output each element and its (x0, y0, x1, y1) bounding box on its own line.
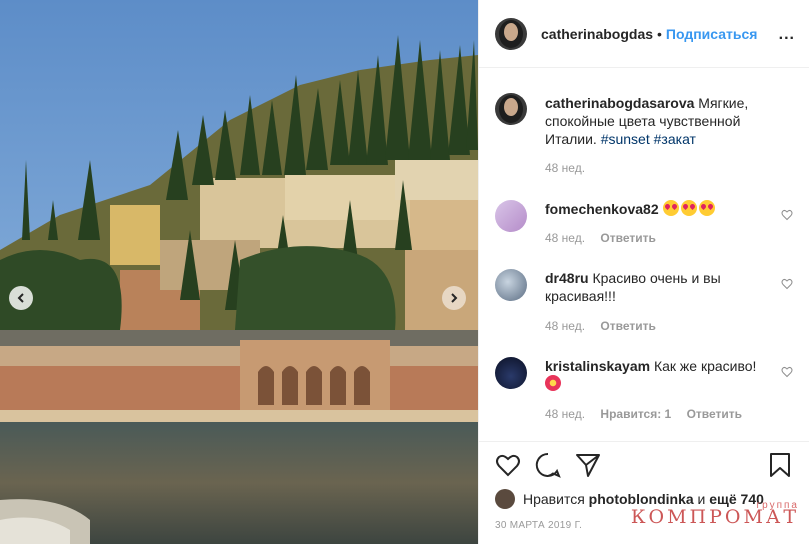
post-header: catherinabogdas • Подписаться ... (479, 0, 809, 68)
caption-age[interactable]: 48 нед. (545, 161, 585, 175)
share-paper-plane-icon[interactable] (575, 452, 601, 478)
reply-button[interactable]: Ответить (600, 231, 655, 245)
commenter-avatar[interactable] (495, 357, 527, 389)
post-photo[interactable] (0, 0, 478, 544)
comment-body: kristalinskayam Как же красиво! (545, 357, 767, 395)
liker-avatar (495, 489, 515, 509)
caption-username[interactable]: catherinabogdasarova (545, 95, 694, 111)
comment-age[interactable]: 48 нед. (545, 231, 585, 245)
carousel-prev-button[interactable] (9, 286, 33, 310)
comment-bubble-icon[interactable] (535, 452, 561, 478)
comments-list[interactable]: catherinabogdasarova Мягкие, спокойные ц… (479, 69, 809, 442)
comment-username[interactable]: dr48ru (545, 270, 589, 286)
likes-user[interactable]: photoblondinka (589, 491, 694, 507)
heart-eyes-emoji-icon (698, 200, 715, 216)
caption-author-avatar[interactable] (495, 93, 527, 125)
header-separator: • (657, 25, 662, 42)
heart-eyes-emoji-icon (662, 200, 679, 216)
author-avatar[interactable] (495, 17, 527, 50)
comment-body: fomechenkova82 (545, 200, 767, 218)
carousel-next-button[interactable] (442, 286, 466, 310)
comment-likes-count[interactable]: Нравится: 1 (600, 407, 671, 421)
likes-connector: и (697, 491, 706, 507)
comment-body: dr48ru Красиво очень и вы красивая!!! (545, 269, 767, 305)
commenter-avatar[interactable] (495, 200, 527, 232)
author-username[interactable]: catherinabogdas (541, 26, 653, 42)
more-options-button[interactable]: ... (779, 26, 795, 44)
chevron-left-icon (17, 293, 24, 303)
like-comment-heart-icon[interactable] (781, 366, 793, 378)
likes-prefix: Нравится (523, 491, 585, 507)
post-date[interactable]: 30 МАРТА 2019 Г. (495, 520, 582, 531)
post-action-bar (495, 452, 793, 482)
hashtag-sunset[interactable]: #sunset (601, 131, 650, 147)
comment-meta: 48 нед. Нравится: 1 Ответить (545, 407, 754, 421)
commenter-avatar[interactable] (495, 269, 527, 301)
reply-button[interactable]: Ответить (687, 407, 742, 421)
reply-button[interactable]: Ответить (600, 319, 655, 333)
like-comment-heart-icon[interactable] (781, 209, 793, 221)
comment-age[interactable]: 48 нед. (545, 319, 585, 333)
comment-meta: 48 нед. Ответить (545, 231, 668, 245)
heart-eyes-emoji-icon (680, 200, 697, 216)
post-side-panel: catherinabogdas • Подписаться ... cather… (478, 0, 809, 544)
watermark-logo: КОМПРОМАТ (630, 506, 799, 528)
comment-age[interactable]: 48 нед. (545, 407, 585, 421)
chevron-right-icon (451, 293, 458, 303)
comment-text: Как же красиво! (653, 358, 757, 374)
comment-username[interactable]: kristalinskayam (545, 358, 650, 374)
caption-meta: 48 нед. (545, 161, 597, 175)
save-bookmark-icon[interactable] (767, 452, 793, 478)
hibiscus-emoji-icon (545, 375, 561, 391)
verona-landscape-image (0, 0, 478, 544)
like-heart-icon[interactable] (495, 452, 521, 478)
like-comment-heart-icon[interactable] (781, 278, 793, 290)
comment-meta: 48 нед. Ответить (545, 319, 668, 333)
caption-body: catherinabogdasarova Мягкие, спокойные ц… (545, 94, 767, 148)
follow-button[interactable]: Подписаться (666, 26, 758, 42)
hashtag-zakat[interactable]: #закат (654, 131, 696, 147)
comment-username[interactable]: fomechenkova82 (545, 201, 659, 217)
